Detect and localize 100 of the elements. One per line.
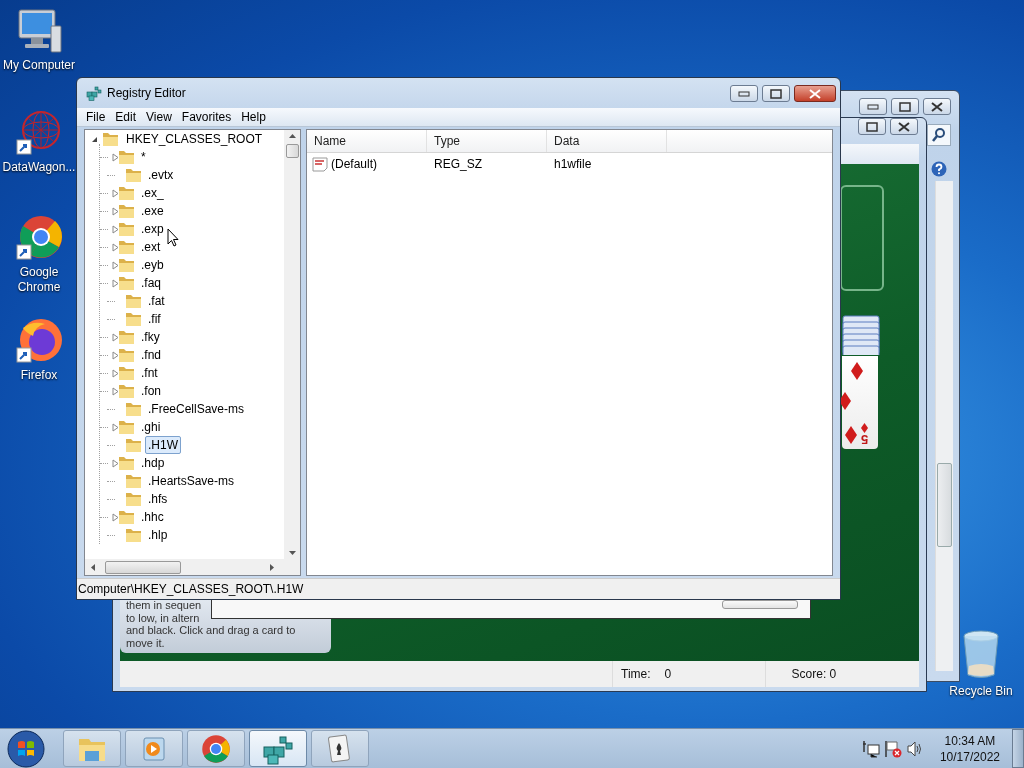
tree-item-label[interactable]: .ext bbox=[138, 238, 164, 256]
taskbar-button[interactable] bbox=[187, 730, 245, 767]
mesh-sphere-icon[interactable] bbox=[15, 110, 63, 156]
vertical-scrollbar[interactable] bbox=[935, 181, 953, 671]
maximize-button[interactable] bbox=[891, 98, 919, 115]
column-header[interactable]: Name bbox=[307, 130, 427, 152]
folder-icon bbox=[118, 347, 135, 363]
maximize-button[interactable] bbox=[858, 118, 886, 135]
status-label: Time: bbox=[620, 667, 651, 681]
horizontal-scrollbar[interactable] bbox=[85, 559, 284, 575]
tree-item-label[interactable]: .fky bbox=[138, 328, 163, 346]
status-value: 0 bbox=[650, 661, 766, 687]
vertical-scrollbar[interactable] bbox=[284, 130, 300, 559]
menu-item[interactable]: Favorites bbox=[176, 108, 237, 126]
menu-item[interactable]: Edit bbox=[110, 108, 142, 126]
tree-item-label[interactable]: .fif bbox=[145, 310, 164, 328]
tree-item-label[interactable]: .ex_ bbox=[138, 184, 167, 202]
tree-item-label[interactable]: .hdp bbox=[138, 454, 168, 472]
string-value-icon bbox=[312, 156, 328, 172]
taskbar-button[interactable] bbox=[311, 730, 369, 767]
browser-logo-icon[interactable] bbox=[15, 318, 63, 364]
folder-icon bbox=[118, 275, 135, 291]
folder-icon bbox=[118, 365, 135, 381]
scrollbar-thumb[interactable] bbox=[285, 144, 299, 158]
maximize-icon bbox=[770, 88, 782, 99]
search-button[interactable] bbox=[927, 124, 951, 146]
taskbar-button[interactable] bbox=[249, 730, 307, 767]
minimize-button[interactable] bbox=[730, 85, 758, 102]
speaker-icon[interactable] bbox=[905, 739, 924, 758]
clock[interactable]: 10:34 AM 10/17/2022 bbox=[939, 732, 1000, 765]
column-header[interactable]: Data bbox=[547, 130, 667, 152]
folder-icon bbox=[118, 257, 135, 273]
help-icon[interactable] bbox=[931, 161, 947, 177]
hint-text: to low, in altern bbox=[126, 611, 201, 624]
folder-icon bbox=[125, 491, 142, 507]
tree-item-label[interactable]: .hhc bbox=[138, 508, 167, 526]
tree-item-label[interactable]: .eyb bbox=[138, 256, 167, 274]
tree-item-label[interactable]: .FreeCellSave-ms bbox=[145, 400, 248, 418]
maximize-button[interactable] bbox=[762, 85, 790, 102]
column-header[interactable]: Type bbox=[427, 130, 547, 152]
close-icon bbox=[898, 121, 910, 132]
tree-item-label[interactable]: .hlp bbox=[145, 526, 171, 544]
folder-icon bbox=[118, 149, 135, 165]
tree-item-label[interactable]: .fnd bbox=[138, 346, 164, 364]
close-button[interactable] bbox=[923, 98, 951, 115]
tree-item[interactable]: HKEY_CLASSES_ROOT bbox=[85, 130, 284, 148]
folder-icon bbox=[102, 131, 119, 147]
tree-item-label[interactable]: .faq bbox=[138, 274, 164, 292]
tree-item-label[interactable]: .evtx bbox=[145, 166, 177, 184]
score-text: Score: 0 bbox=[790, 667, 837, 681]
tree-item-label[interactable]: * bbox=[138, 148, 149, 166]
tree-item-label[interactable]: .fat bbox=[145, 292, 168, 310]
folder-icon bbox=[118, 509, 135, 525]
window-title: Registry Editor bbox=[107, 86, 186, 100]
start-button[interactable] bbox=[7, 729, 45, 768]
taskbar-button[interactable] bbox=[125, 730, 183, 767]
dialog-button[interactable] bbox=[722, 600, 798, 609]
flag-icon[interactable] bbox=[883, 739, 902, 758]
browser-logo-icon[interactable] bbox=[15, 215, 63, 261]
folder-icon bbox=[118, 329, 135, 345]
menu-item[interactable]: File bbox=[81, 108, 111, 126]
close-button[interactable] bbox=[794, 85, 836, 102]
tree-item-label[interactable]: .fon bbox=[138, 382, 164, 400]
tree-item-label[interactable]: .exp bbox=[138, 220, 167, 238]
scrollbar-thumb[interactable] bbox=[105, 560, 181, 574]
menu-item[interactable]: Help bbox=[236, 108, 271, 126]
tree-item-label[interactable]: HKEY_CLASSES_ROOT bbox=[123, 130, 266, 148]
status-path: Computer\HKEY_CLASSES_ROOT\.H1W bbox=[78, 582, 304, 596]
network-icon[interactable] bbox=[861, 739, 880, 758]
tree-item-label[interactable]: .hfs bbox=[145, 490, 171, 508]
desktop-icon-label: Firefox bbox=[20, 368, 58, 383]
taskbar-button[interactable] bbox=[63, 730, 121, 767]
folder-icon bbox=[125, 437, 142, 453]
tree-item-label[interactable]: .fnt bbox=[138, 364, 161, 382]
show-desktop-button[interactable] bbox=[1012, 729, 1024, 768]
folder-icon bbox=[118, 221, 135, 237]
minimize-button[interactable] bbox=[859, 98, 887, 115]
hint-text: move it. bbox=[126, 636, 166, 649]
folder-icon bbox=[118, 419, 135, 435]
expand-arrow-icon[interactable] bbox=[91, 135, 98, 143]
scrollbar-thumb[interactable] bbox=[937, 463, 952, 547]
desktop-icon-label: Recycle Bin bbox=[949, 684, 1013, 699]
mouse-pointer-icon bbox=[167, 228, 179, 247]
computer-icon[interactable] bbox=[15, 8, 63, 54]
tree-item-label[interactable]: .ghi bbox=[138, 418, 164, 436]
folder-icon bbox=[125, 311, 142, 327]
tree-item-label[interactable]: .HeartsSave-ms bbox=[145, 472, 238, 490]
folder-icon bbox=[118, 239, 135, 255]
folder-icon bbox=[118, 203, 135, 219]
folder-icon bbox=[118, 383, 135, 399]
folder-icon bbox=[125, 293, 142, 309]
folder-icon bbox=[125, 401, 142, 417]
recycle-bin-icon[interactable] bbox=[961, 630, 1001, 680]
value-name: (Default) bbox=[331, 157, 377, 171]
minimize-icon bbox=[738, 90, 750, 97]
tree-item-label[interactable]: .H1W bbox=[145, 436, 181, 454]
tree-item-label[interactable]: .exe bbox=[138, 202, 167, 220]
close-button[interactable] bbox=[890, 118, 918, 135]
play-icon bbox=[140, 734, 168, 763]
menu-item[interactable]: View bbox=[141, 108, 177, 126]
